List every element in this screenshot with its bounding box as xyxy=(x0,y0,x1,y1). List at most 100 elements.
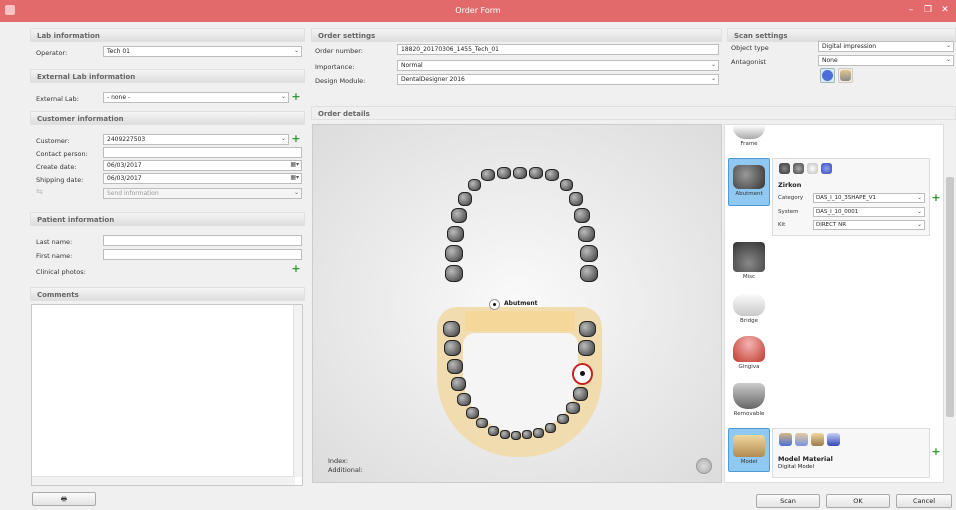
tooth[interactable] xyxy=(557,414,569,424)
scan-option-button-1[interactable] xyxy=(820,68,835,83)
comments-header: Comments xyxy=(30,287,305,301)
tooth[interactable] xyxy=(445,245,463,262)
scan-option-button-2[interactable] xyxy=(838,68,853,83)
selected-tooth[interactable] xyxy=(572,363,593,385)
object-type-select[interactable]: Digital impression ⌄ xyxy=(818,41,954,52)
operator-select[interactable]: Tech 01 ⌄ xyxy=(103,46,302,57)
external-lab-label: External Lab: xyxy=(36,95,79,103)
type-gingiva[interactable]: Gingiva xyxy=(728,334,770,378)
system-select[interactable]: DAS_I_10_0001 ⌄ xyxy=(813,207,925,217)
details-scrollbar-thumb[interactable] xyxy=(946,177,954,417)
type-removable[interactable]: Removable xyxy=(728,381,770,425)
tooth[interactable] xyxy=(511,431,521,440)
order-number-field[interactable]: 18820_20170306_1455_Tech_01 xyxy=(397,44,719,55)
tooth[interactable] xyxy=(443,321,460,337)
tooth[interactable] xyxy=(566,402,580,414)
model-variant-icon[interactable] xyxy=(779,433,792,446)
abutment-variant-icon[interactable] xyxy=(793,163,804,174)
tooth[interactable] xyxy=(533,428,544,438)
type-bridge[interactable]: Bridge xyxy=(728,290,770,332)
tooth[interactable] xyxy=(560,179,573,191)
chevron-down-icon: ⌄ xyxy=(916,208,922,215)
first-name-field[interactable] xyxy=(103,249,302,260)
tooth[interactable] xyxy=(451,377,466,391)
details-scrollbar[interactable] xyxy=(945,125,955,482)
importance-select[interactable]: Normal ⌄ xyxy=(397,60,719,71)
type-frame[interactable]: Frame xyxy=(728,125,770,157)
reset-view-icon[interactable] xyxy=(696,458,712,474)
tooth[interactable] xyxy=(447,226,464,242)
tooth[interactable] xyxy=(451,208,467,223)
tooth[interactable] xyxy=(468,179,481,191)
tooth[interactable] xyxy=(579,321,596,337)
contact-person-field[interactable] xyxy=(103,147,302,158)
tooth[interactable] xyxy=(545,423,556,433)
tooth[interactable] xyxy=(578,340,595,356)
calendar-icon[interactable]: ▦▾ xyxy=(290,161,299,168)
scan-button[interactable]: Scan xyxy=(756,494,820,508)
model-variant-icon[interactable] xyxy=(795,433,808,446)
add-customer-icon[interactable]: + xyxy=(291,133,301,144)
comments-textarea[interactable] xyxy=(31,304,303,486)
tooth[interactable] xyxy=(545,169,559,181)
type-abutment[interactable]: Abutment xyxy=(728,158,770,206)
design-module-select[interactable]: DentalDesigner 2016 ⌄ xyxy=(397,74,719,85)
customer-select[interactable]: 2409227503 ⌄ xyxy=(103,134,289,145)
cancel-button[interactable]: Cancel xyxy=(896,494,952,508)
tooth[interactable] xyxy=(444,340,461,356)
last-name-label: Last name: xyxy=(36,238,73,246)
tooth[interactable] xyxy=(458,192,472,206)
model-variant-icon[interactable] xyxy=(811,433,824,446)
external-lab-select[interactable]: - none - ⌄ xyxy=(103,92,289,103)
index-label: Index: xyxy=(328,457,349,465)
tooth[interactable] xyxy=(445,265,463,282)
model-variant-icon[interactable] xyxy=(827,433,840,446)
comments-scrollbar[interactable] xyxy=(293,305,302,477)
tooth[interactable] xyxy=(497,167,511,179)
create-date-field[interactable]: 06/03/2017 ▦▾ xyxy=(103,160,302,171)
tooth[interactable] xyxy=(522,430,532,439)
add-model-material-icon[interactable]: + xyxy=(931,446,941,457)
tooth[interactable] xyxy=(573,387,588,401)
kit-select[interactable]: DIRECT NR ⌄ xyxy=(813,220,925,230)
tooth[interactable] xyxy=(476,418,488,428)
scan-settings-header: Scan settings xyxy=(727,28,956,42)
tooth[interactable] xyxy=(500,430,510,439)
tooth[interactable] xyxy=(447,359,463,374)
maximize-button[interactable]: ❐ xyxy=(921,3,935,17)
add-abutment-material-icon[interactable]: + xyxy=(931,192,941,203)
tooth[interactable] xyxy=(488,426,499,436)
calendar-icon[interactable]: ▦▾ xyxy=(290,174,299,181)
dental-chart-canvas[interactable]: Abutment Index: Additional: xyxy=(312,124,722,483)
antagonist-select[interactable]: None ⌄ xyxy=(818,55,954,66)
tooth[interactable] xyxy=(529,167,543,179)
abutment-variant-icon[interactable] xyxy=(779,163,790,174)
category-select[interactable]: DAS_I_10_3SHAPE_V1 ⌄ xyxy=(813,193,925,203)
send-information-select[interactable]: Send information ⌄ xyxy=(103,188,302,199)
gingiva-icon xyxy=(733,336,765,362)
object-type-label: Object type xyxy=(731,44,769,52)
tooth[interactable] xyxy=(578,226,595,242)
comments-hscrollbar[interactable] xyxy=(32,476,295,485)
tooth[interactable] xyxy=(457,393,471,406)
close-button[interactable]: ✕ xyxy=(938,3,952,17)
tooth[interactable] xyxy=(580,265,598,282)
tooth[interactable] xyxy=(513,167,527,179)
type-misc[interactable]: Misc xyxy=(728,240,770,286)
ok-button[interactable]: OK xyxy=(826,494,890,508)
add-clinical-photo-icon[interactable]: + xyxy=(291,263,301,274)
shipping-date-field[interactable]: 06/03/2017 ▦▾ xyxy=(103,173,302,184)
chevron-down-icon: ⌄ xyxy=(710,75,716,82)
print-button[interactable]: 🖶 xyxy=(32,492,96,506)
tooth[interactable] xyxy=(574,208,590,223)
tooth[interactable] xyxy=(481,169,495,181)
abutment-variant-icon[interactable] xyxy=(821,163,832,174)
add-external-lab-icon[interactable]: + xyxy=(291,91,301,102)
last-name-field[interactable] xyxy=(103,235,302,246)
tooth[interactable] xyxy=(569,192,583,206)
type-model[interactable]: Model xyxy=(728,428,770,472)
abutment-variant-icon[interactable] xyxy=(807,163,818,174)
minimize-button[interactable]: – xyxy=(904,3,918,17)
tooth[interactable] xyxy=(580,245,598,262)
tooth[interactable] xyxy=(466,407,479,419)
